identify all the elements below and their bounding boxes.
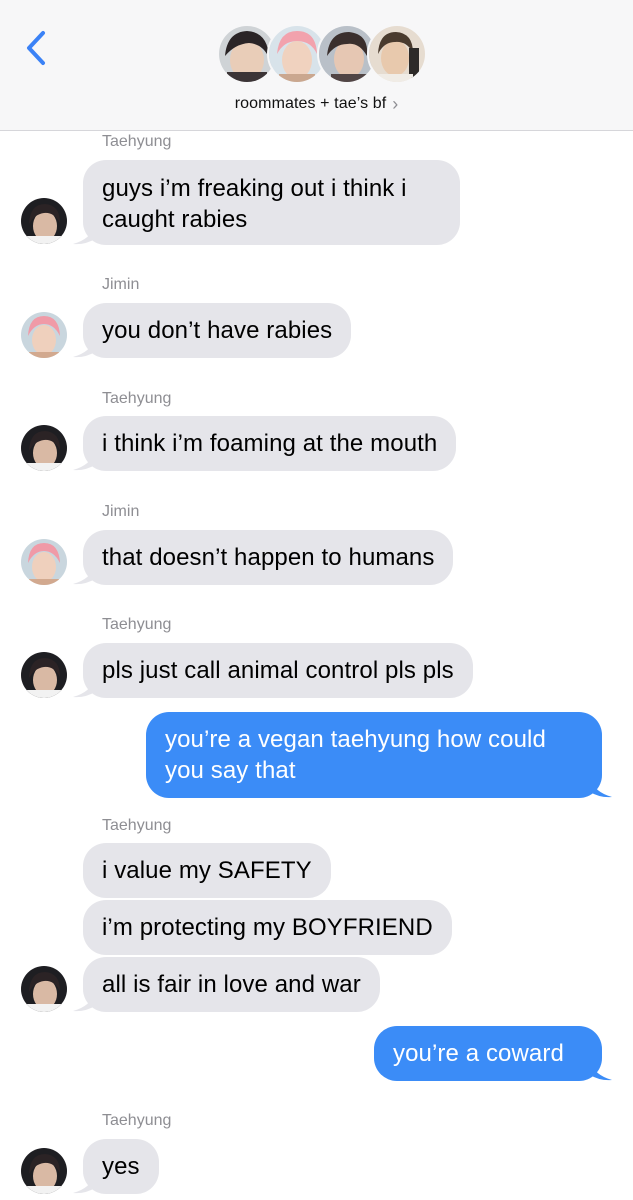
avatar-jimin[interactable] bbox=[21, 312, 67, 358]
sender-name: Taehyung bbox=[102, 1112, 172, 1129]
sender-name: Taehyung bbox=[102, 616, 172, 633]
group-avatars[interactable] bbox=[217, 24, 427, 88]
avatar-taehyung[interactable] bbox=[21, 198, 67, 244]
bubble-tail bbox=[73, 338, 95, 358]
incoming-message[interactable]: guys i’m freaking out i think i caught r… bbox=[83, 160, 460, 245]
outgoing-message[interactable]: you’re a vegan taehyung how could you sa… bbox=[146, 712, 602, 798]
chevron-right-icon: › bbox=[392, 93, 399, 114]
member-avatar-4 bbox=[367, 24, 427, 84]
sender-name: Taehyung bbox=[102, 133, 172, 150]
chevron-left-icon bbox=[27, 31, 45, 65]
bubble-tail bbox=[73, 992, 95, 1012]
bubble-tail bbox=[73, 565, 95, 585]
bubble-tail bbox=[590, 1061, 612, 1081]
back-button[interactable] bbox=[18, 28, 54, 68]
incoming-message[interactable]: i think i’m foaming at the mouth bbox=[83, 416, 457, 471]
sender-name: Taehyung bbox=[102, 390, 172, 407]
avatar-taehyung[interactable] bbox=[21, 1148, 67, 1194]
avatar-taehyung[interactable] bbox=[21, 652, 67, 698]
group-name-button[interactable]: roommates + tae’s bf › bbox=[0, 93, 633, 115]
bubble-tail bbox=[73, 1174, 95, 1194]
bubble-tail bbox=[590, 778, 612, 798]
bubble-tail bbox=[73, 678, 95, 698]
sender-name: Jimin bbox=[102, 276, 140, 293]
group-title: roommates + tae’s bf bbox=[234, 95, 387, 112]
bubble-tail bbox=[73, 225, 95, 245]
sender-name: Jimin bbox=[102, 503, 140, 520]
incoming-message[interactable]: all is fair in love and war bbox=[83, 957, 380, 1012]
conversation-header: roommates + tae’s bf › bbox=[0, 0, 633, 131]
incoming-message[interactable]: that doesn’t happen to humans bbox=[83, 530, 454, 585]
incoming-message[interactable]: i value my SAFETY bbox=[83, 843, 331, 898]
avatar-jimin[interactable] bbox=[21, 539, 67, 585]
bubble-tail bbox=[73, 451, 95, 471]
sender-name: Taehyung bbox=[102, 817, 172, 834]
incoming-message[interactable]: you don’t have rabies bbox=[83, 303, 352, 358]
incoming-message[interactable]: i’m protecting my BOYFRIEND bbox=[83, 900, 452, 955]
incoming-message[interactable]: pls just call animal control pls pls bbox=[83, 643, 473, 698]
outgoing-message[interactable]: you’re a coward bbox=[374, 1026, 602, 1081]
avatar-taehyung[interactable] bbox=[21, 966, 67, 1012]
avatar-taehyung[interactable] bbox=[21, 425, 67, 471]
